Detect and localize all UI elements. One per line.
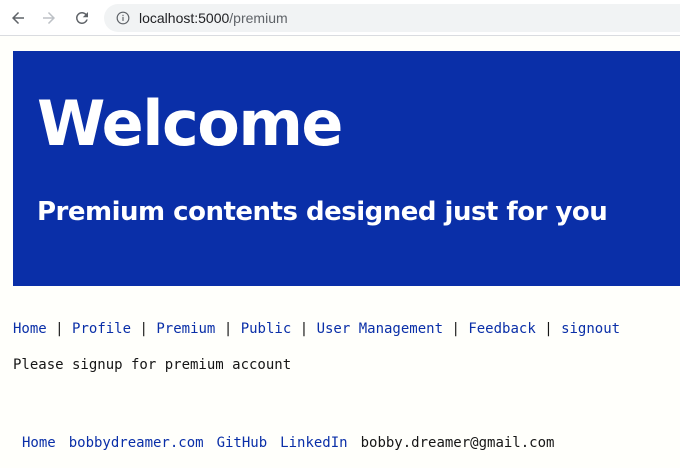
signup-message: Please signup for premium account xyxy=(13,357,292,373)
back-button[interactable] xyxy=(6,6,30,30)
nav-link-premium[interactable]: Premium xyxy=(156,321,215,337)
nav-separator: | xyxy=(451,321,460,337)
nav-separator: | xyxy=(544,321,553,337)
hero-banner: Welcome Premium contents designed just f… xyxy=(13,51,680,286)
nav-separator: | xyxy=(299,321,309,337)
arrow-left-icon xyxy=(12,12,24,24)
footer: Home bobbydreamer.com GitHub LinkedIn bobby.… xyxy=(22,435,554,451)
footer-email: bobby.dreamer@gmail.com xyxy=(360,435,555,451)
nav-link-public[interactable]: Public xyxy=(241,321,292,337)
top-nav: Home | Profile | Premium | Public | User… xyxy=(13,321,620,337)
nav-link-profile[interactable]: Profile xyxy=(72,321,131,337)
address-bar[interactable]: localhost:5000/premium xyxy=(104,4,680,32)
info-icon[interactable] xyxy=(116,11,130,25)
footer-link-home[interactable]: Home xyxy=(22,435,56,451)
reload-button[interactable] xyxy=(70,6,94,30)
nav-link-user-management[interactable]: User Management xyxy=(317,321,443,337)
nav-separator: | xyxy=(55,321,64,337)
browser-toolbar: localhost:5000/premium xyxy=(0,0,680,36)
nav-separator: | xyxy=(139,321,148,337)
hero-title: Welcome xyxy=(37,87,343,160)
forward-button[interactable] xyxy=(37,6,61,30)
nav-separator: | xyxy=(223,321,233,337)
url-text[interactable]: localhost:5000/premium xyxy=(139,4,288,32)
nav-link-feedback[interactable]: Feedback xyxy=(468,321,535,337)
footer-link-github[interactable]: GitHub xyxy=(217,435,268,451)
hero-subtitle: Premium contents designed just for you xyxy=(37,197,608,227)
url-host: localhost:5000 xyxy=(139,10,230,26)
reload-icon xyxy=(75,11,88,24)
arrow-right-icon xyxy=(43,12,55,24)
url-path: /premium xyxy=(229,10,288,26)
footer-link-website[interactable]: bobbydreamer.com xyxy=(69,435,204,451)
nav-link-signout[interactable]: signout xyxy=(561,321,620,337)
footer-link-linkedin[interactable]: LinkedIn xyxy=(280,435,347,451)
nav-link-home[interactable]: Home xyxy=(13,321,47,337)
